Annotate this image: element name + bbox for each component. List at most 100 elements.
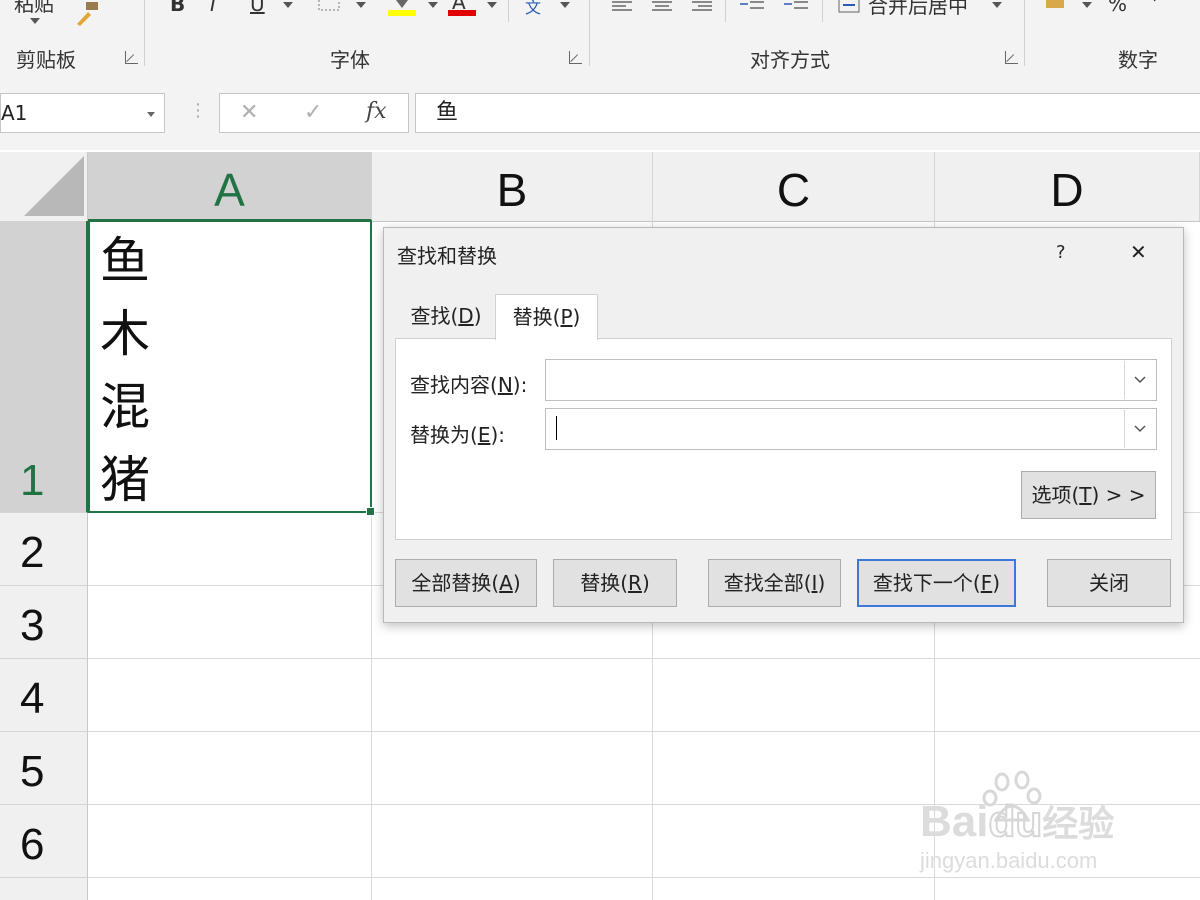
replace-with-dropdown[interactable] xyxy=(1124,410,1155,448)
replace-with-input[interactable] xyxy=(545,408,1157,450)
column-header-c[interactable]: C xyxy=(653,152,935,221)
replace-with-key: E xyxy=(477,423,491,447)
find-all-end: ) xyxy=(817,571,826,595)
options-end: ) > > xyxy=(1091,483,1146,507)
close-button[interactable]: 关闭 xyxy=(1047,559,1171,607)
text-caret xyxy=(556,416,557,440)
indent-icons[interactable] xyxy=(740,0,810,16)
replace-with-end: ): xyxy=(490,423,505,447)
select-all-button[interactable] xyxy=(0,152,88,221)
border-icon[interactable] xyxy=(318,0,342,12)
row-header-7[interactable] xyxy=(0,878,88,900)
replace-all-end: ) xyxy=(512,571,521,595)
name-box[interactable]: A1 xyxy=(0,93,165,133)
row-header-5[interactable]: 5 xyxy=(0,732,88,805)
font-launcher-icon[interactable] xyxy=(569,51,582,64)
merge-center-icon[interactable] xyxy=(838,0,860,14)
find-next-key: F xyxy=(980,571,993,595)
merge-dropdown-icon[interactable] xyxy=(992,2,1002,8)
gridline xyxy=(88,658,1200,659)
group-clipboard-label: 剪贴板 xyxy=(16,48,76,72)
phonetic-icon[interactable]: 文 xyxy=(525,0,541,18)
cell-a1-line: 猪 xyxy=(100,451,150,509)
border-dropdown-icon[interactable] xyxy=(356,2,366,8)
find-replace-dialog: 查找和替换 ? ✕ 查找(D) 替换(P) 查找内容(N): 替换为(E): 选… xyxy=(383,227,1184,623)
formula-buttons: ✕ ✓ fx xyxy=(219,93,409,133)
font-color-dropdown-icon[interactable] xyxy=(487,2,497,8)
paste-dropdown-icon[interactable] xyxy=(30,18,40,24)
replace-panel: 查找内容(N): 替换为(E): 选项(T) > > xyxy=(395,338,1172,540)
accounting-format-icon[interactable] xyxy=(1044,0,1068,12)
fill-color-icon[interactable] xyxy=(388,0,418,16)
align-icons[interactable] xyxy=(612,0,712,14)
column-header-a[interactable]: A xyxy=(88,152,372,221)
replace-all-key: A xyxy=(499,571,513,595)
options-button[interactable]: 选项(T) > > xyxy=(1021,471,1156,519)
comma-style-icon[interactable]: ❜ xyxy=(1152,0,1158,14)
chevron-down-icon xyxy=(1134,425,1146,433)
tab-find-label: 查找( xyxy=(410,304,459,328)
find-what-key: N xyxy=(497,373,513,397)
cell-a1-content: 鱼 木 混 猪 xyxy=(100,225,150,517)
find-next-end: ) xyxy=(992,571,1001,595)
italic-button[interactable]: I xyxy=(210,0,216,16)
group-alignment-label: 对齐方式 xyxy=(750,48,830,72)
row-header-2[interactable]: 2 xyxy=(0,513,88,586)
accounting-dropdown-icon[interactable] xyxy=(1082,2,1092,8)
row-header-3[interactable]: 3 xyxy=(0,586,88,659)
tab-replace[interactable]: 替换(P) xyxy=(495,294,598,340)
merge-center-button[interactable]: 合并后居中 xyxy=(868,0,968,19)
cancel-entry-icon[interactable]: ✕ xyxy=(240,100,258,125)
replace-with-text: 替换为( xyxy=(410,423,478,447)
find-next-button[interactable]: 查找下一个(F) xyxy=(857,559,1016,607)
row-header-1[interactable]: 1 xyxy=(0,221,88,513)
help-button[interactable]: ? xyxy=(1056,242,1066,263)
find-what-end: ): xyxy=(512,373,528,397)
tab-replace-key: P xyxy=(560,305,573,329)
gridline xyxy=(88,731,1200,732)
replace-all-text: 全部替换( xyxy=(411,571,500,595)
row-header-4[interactable]: 4 xyxy=(0,659,88,732)
replace-with-label: 替换为(E): xyxy=(410,419,505,448)
name-box-dropdown-icon[interactable] xyxy=(147,112,155,117)
fill-handle[interactable] xyxy=(366,507,375,516)
find-what-input[interactable] xyxy=(545,359,1157,401)
confirm-entry-icon[interactable]: ✓ xyxy=(304,100,322,125)
watermark-brand-b: du xyxy=(987,796,1043,847)
insert-function-icon[interactable]: fx xyxy=(366,99,387,124)
clipboard-launcher-icon[interactable] xyxy=(125,51,138,64)
underline-dropdown-icon[interactable] xyxy=(283,2,293,8)
watermark-cn: 经验 xyxy=(1042,803,1115,844)
replace-button[interactable]: 替换(R) xyxy=(553,559,677,607)
find-all-button[interactable]: 查找全部(I) xyxy=(708,559,841,607)
row-header-6[interactable]: 6 xyxy=(0,805,88,878)
fill-color-dropdown-icon[interactable] xyxy=(428,2,438,8)
find-what-text: 查找内容( xyxy=(410,373,498,397)
percent-button[interactable]: % xyxy=(1108,0,1127,16)
paste-label[interactable]: 粘贴 xyxy=(14,0,54,17)
formula-bar-grip-icon[interactable]: ⋮ xyxy=(189,100,207,121)
column-header-b[interactable]: B xyxy=(372,152,653,221)
tab-replace-label: 替换( xyxy=(512,305,561,329)
find-what-dropdown[interactable] xyxy=(1124,361,1155,399)
name-box-value: A1 xyxy=(1,101,28,125)
bold-button[interactable]: B xyxy=(170,0,185,16)
tab-find[interactable]: 查找(D) xyxy=(396,294,496,338)
group-font-label: 字体 xyxy=(330,48,370,72)
tab-replace-end: ) xyxy=(572,305,581,329)
close-icon[interactable]: ✕ xyxy=(1130,240,1147,264)
group-separator xyxy=(144,0,145,66)
replace-all-button[interactable]: 全部替换(A) xyxy=(395,559,537,607)
cell-a1-line: 木 xyxy=(100,305,150,363)
underline-button[interactable]: U xyxy=(250,0,265,16)
dialog-title: 查找和替换 xyxy=(397,244,497,268)
watermark-brand: Baidu经验 xyxy=(920,795,1114,847)
options-text: 选项( xyxy=(1031,483,1080,507)
find-what-label: 查找内容(N): xyxy=(410,369,527,398)
alignment-launcher-icon[interactable] xyxy=(1005,51,1018,64)
column-header-d[interactable]: D xyxy=(935,152,1200,221)
phonetic-dropdown-icon[interactable] xyxy=(560,2,570,8)
formula-input[interactable]: 鱼 xyxy=(415,93,1200,133)
select-all-icon xyxy=(24,156,84,216)
format-painter-icon[interactable] xyxy=(74,2,100,26)
